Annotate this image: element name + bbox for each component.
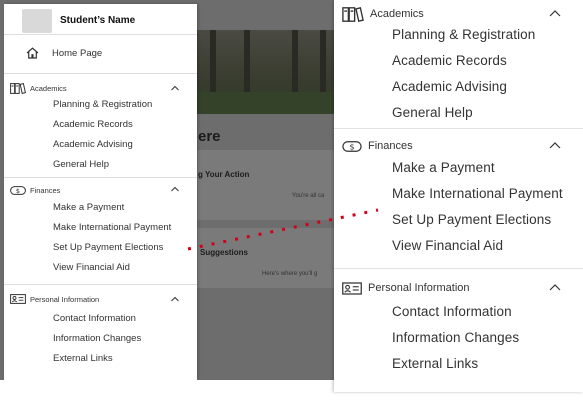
id-card-icon <box>10 294 26 304</box>
section-title: Academics <box>30 83 67 93</box>
section-header-personal-information[interactable]: Personal Information <box>10 293 99 305</box>
divider <box>4 177 197 178</box>
menu-item-planning-registration[interactable]: Planning & Registration <box>53 99 152 110</box>
books-icon <box>10 82 26 94</box>
chevron-up-icon[interactable] <box>170 295 180 303</box>
zoom-item-information-changes[interactable]: Information Changes <box>392 330 519 345</box>
zoom-item-set-up-payment-elections[interactable]: Set Up Payment Elections <box>392 212 551 227</box>
zoom-item-contact-information[interactable]: Contact Information <box>392 304 512 319</box>
student-name: Student’s Name <box>60 15 136 26</box>
zoom-section-header-personal-information[interactable]: Personal Information <box>342 279 470 297</box>
action-card[interactable] <box>196 150 336 220</box>
divider <box>4 284 197 285</box>
divider <box>4 34 197 35</box>
menu-item-academic-advising[interactable]: Academic Advising <box>53 139 133 150</box>
chevron-up-icon[interactable] <box>548 282 562 292</box>
zoom-item-planning-registration[interactable]: Planning & Registration <box>392 27 535 42</box>
dollar-icon: $ <box>342 140 362 152</box>
zoom-section-header-finances[interactable]: $ Finances <box>342 137 413 155</box>
campus-photo <box>196 30 336 114</box>
section-title: Personal Information <box>30 294 100 304</box>
menu-item-make-international-payment[interactable]: Make International Payment <box>53 222 171 233</box>
suggestions-card-text: Here's where you'll g <box>262 271 318 277</box>
section-title: Finances <box>30 185 61 195</box>
avatar[interactable] <box>22 9 52 33</box>
menu-item-view-financial-aid[interactable]: View Financial Aid <box>53 262 130 273</box>
zoom-section-title: Finances <box>368 140 413 152</box>
zoom-item-view-financial-aid[interactable]: View Financial Aid <box>392 238 503 253</box>
zoom-section-title: Personal Information <box>368 282 470 294</box>
menu-item-make-payment[interactable]: Make a Payment <box>53 202 124 213</box>
divider <box>4 73 197 74</box>
zoom-section-title: Academics <box>370 8 424 20</box>
action-card-title: g Your Action <box>198 170 250 179</box>
zoom-item-general-help[interactable]: General Help <box>392 105 473 120</box>
books-icon <box>342 6 364 22</box>
chevron-up-icon[interactable] <box>548 140 562 150</box>
svg-text:$: $ <box>349 142 354 151</box>
zoom-item-external-links[interactable]: External Links <box>392 356 478 371</box>
home-link[interactable] <box>26 46 39 60</box>
dollar-icon: $ <box>10 185 26 195</box>
zoom-item-academic-records[interactable]: Academic Records <box>392 53 507 68</box>
divider <box>334 128 583 129</box>
action-card-text: You're all ca <box>292 193 325 199</box>
chevron-up-icon[interactable] <box>170 84 180 92</box>
chevron-up-icon[interactable] <box>548 8 562 18</box>
menu-item-general-help[interactable]: General Help <box>53 159 109 170</box>
suggestions-card-title: Suggestions <box>200 248 249 257</box>
menu-item-set-up-payment-elections[interactable]: Set Up Payment Elections <box>53 242 163 253</box>
chevron-up-icon[interactable] <box>170 185 180 193</box>
suggestions-card[interactable] <box>196 228 336 288</box>
id-card-icon <box>342 281 362 295</box>
home-label[interactable]: Home Page <box>52 48 102 59</box>
background-heading: ere <box>198 128 221 145</box>
menu-item-information-changes[interactable]: Information Changes <box>53 333 141 344</box>
section-header-academics[interactable]: Academics <box>10 82 67 94</box>
svg-text:$: $ <box>16 187 20 195</box>
menu-item-external-links[interactable]: External Links <box>53 353 113 364</box>
zoomed-menu-panel: Academics Planning & Registration Academ… <box>334 0 583 392</box>
zoom-item-make-payment[interactable]: Make a Payment <box>392 160 495 175</box>
zoom-section-header-academics[interactable]: Academics <box>342 5 424 23</box>
zoom-item-make-international-payment[interactable]: Make International Payment <box>392 186 563 201</box>
section-header-finances[interactable]: $ Finances <box>10 184 60 196</box>
zoom-item-academic-advising[interactable]: Academic Advising <box>392 79 507 94</box>
home-icon <box>26 47 39 59</box>
divider <box>334 268 583 269</box>
menu-item-contact-information[interactable]: Contact Information <box>53 313 136 324</box>
menu-item-academic-records[interactable]: Academic Records <box>53 119 133 130</box>
